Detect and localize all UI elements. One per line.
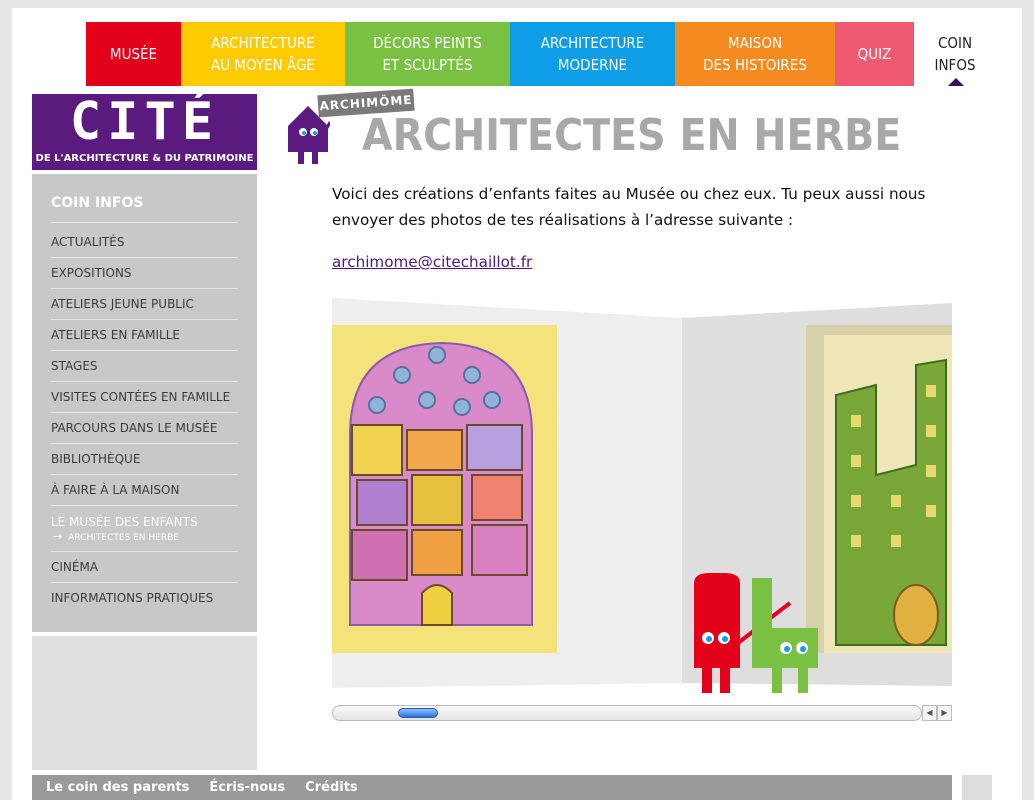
tab-quiz[interactable]: Quiz [835,22,914,86]
tab-architecture-moderne[interactable]: Architecture moderne [510,22,675,86]
sidebar-item-bibliotheque[interactable]: BIBLIOTHÈQUE [51,444,238,475]
tab-label-line2: au Moyen Âge [211,56,315,74]
tab-label-line1: Architecture [540,34,645,52]
footer-link-coin-des-parents[interactable]: Le coin des parents [46,780,189,795]
ministry-logo [962,775,992,800]
logo-word: CITÉ [69,92,220,152]
red-green-mascots-icon [694,573,818,693]
tab-musee[interactable]: Musée [86,22,181,86]
footer-bar: Le coin des parents Écris-nous Crédits [32,775,952,800]
sidebar-item-ateliers-jeune-public[interactable]: ATELIERS JEUNE PUBLIC [51,289,238,320]
drawing-gallery [332,298,952,698]
sidebar-title: COIN INFOS [51,192,238,223]
active-tab-caret-icon [948,78,964,86]
sidebar-item-actualites[interactable]: ACTUALITÉS [51,227,238,258]
tab-label-line2: et sculptés [382,56,473,74]
tab-label-line1: Coin [937,34,973,52]
scroll-left-icon[interactable]: ◀ [922,705,937,721]
tab-label-line1: Décors peints [373,34,482,52]
sidebar-subitem-architectes-en-herbe[interactable]: → ARCHITECTES EN HERBE [51,530,238,545]
sidebar-item-expositions[interactable]: EXPOSITIONS [51,258,238,289]
sidebar-item-ateliers-en-famille[interactable]: ATELIERS EN FAMILLE [51,320,238,351]
tab-maison-des-histoires[interactable]: Maison des histoires [675,22,835,86]
intro-text: Voici des créations d’enfants faites au … [332,185,926,229]
sidebar-item-visites-contees[interactable]: VISITES CONTÉES EN FAMILLE [51,382,238,413]
gallery-scrollbar[interactable]: ◀ ▶ [332,705,952,721]
sidebar-menu: COIN INFOS ACTUALITÉS EXPOSITIONS ATELIE… [32,174,257,632]
tab-label-line1: Architecture [211,34,315,52]
sidebar-subitem-label: ARCHITECTES EN HERBE [68,533,179,543]
site-logo[interactable]: CITÉ DE L'ARCHITECTURE & DU PATRIMOINE [32,92,257,170]
logo-subtitle: DE L'ARCHITECTURE & DU PATRIMOINE [35,153,254,164]
email-link[interactable]: archimome@citechaillot.fr [332,249,532,275]
scroll-thumb[interactable] [398,708,438,718]
sidebar-item-a-faire-maison[interactable]: À FAIRE À LA MAISON [51,475,238,506]
sidebar-item-musee-des-enfants[interactable]: LE MUSÉE DES ENFANTS → ARCHITECTES EN HER… [51,506,238,552]
sidebar-lower-panel [32,636,257,770]
child-drawing-house[interactable] [332,325,557,653]
tab-label-line2: infos [934,56,976,74]
sidebar-item-cinema[interactable]: CINÉMA [51,552,238,583]
tab-decors-peints[interactable]: Décors peints et sculptés [345,22,510,86]
tab-quiz-label: Quiz [857,45,892,63]
footer-link-credits[interactable]: Crédits [305,780,357,795]
page-title: ARCHITECTES EN HERBE [362,110,902,161]
footer-link-ecris-nous[interactable]: Écris-nous [209,780,285,795]
tab-label-line2: moderne [557,56,628,74]
sidebar-item-parcours[interactable]: PARCOURS DANS LE MUSÉE [51,413,238,444]
child-drawing-towers[interactable] [806,325,952,653]
tab-architecture-moyen-age[interactable]: Architecture au Moyen Âge [181,22,345,86]
sidebar-item-informations-pratiques[interactable]: INFORMATIONS PRATIQUES [51,583,238,613]
tab-label-line1: Maison [727,34,783,52]
scroll-right-icon[interactable]: ▶ [937,705,952,721]
tab-coin-infos[interactable]: Coin infos [914,22,996,86]
main-navigation: Musée Architecture au Moyen Âge Décors pe… [86,22,996,86]
sidebar-item-stages[interactable]: STAGES [51,351,238,382]
tab-label-line2: des histoires [703,56,807,74]
sidebar-current-label: LE MUSÉE DES ENFANTS [51,515,198,529]
arrow-right-icon: → [53,530,63,543]
tab-musee-label: Musée [109,45,158,63]
